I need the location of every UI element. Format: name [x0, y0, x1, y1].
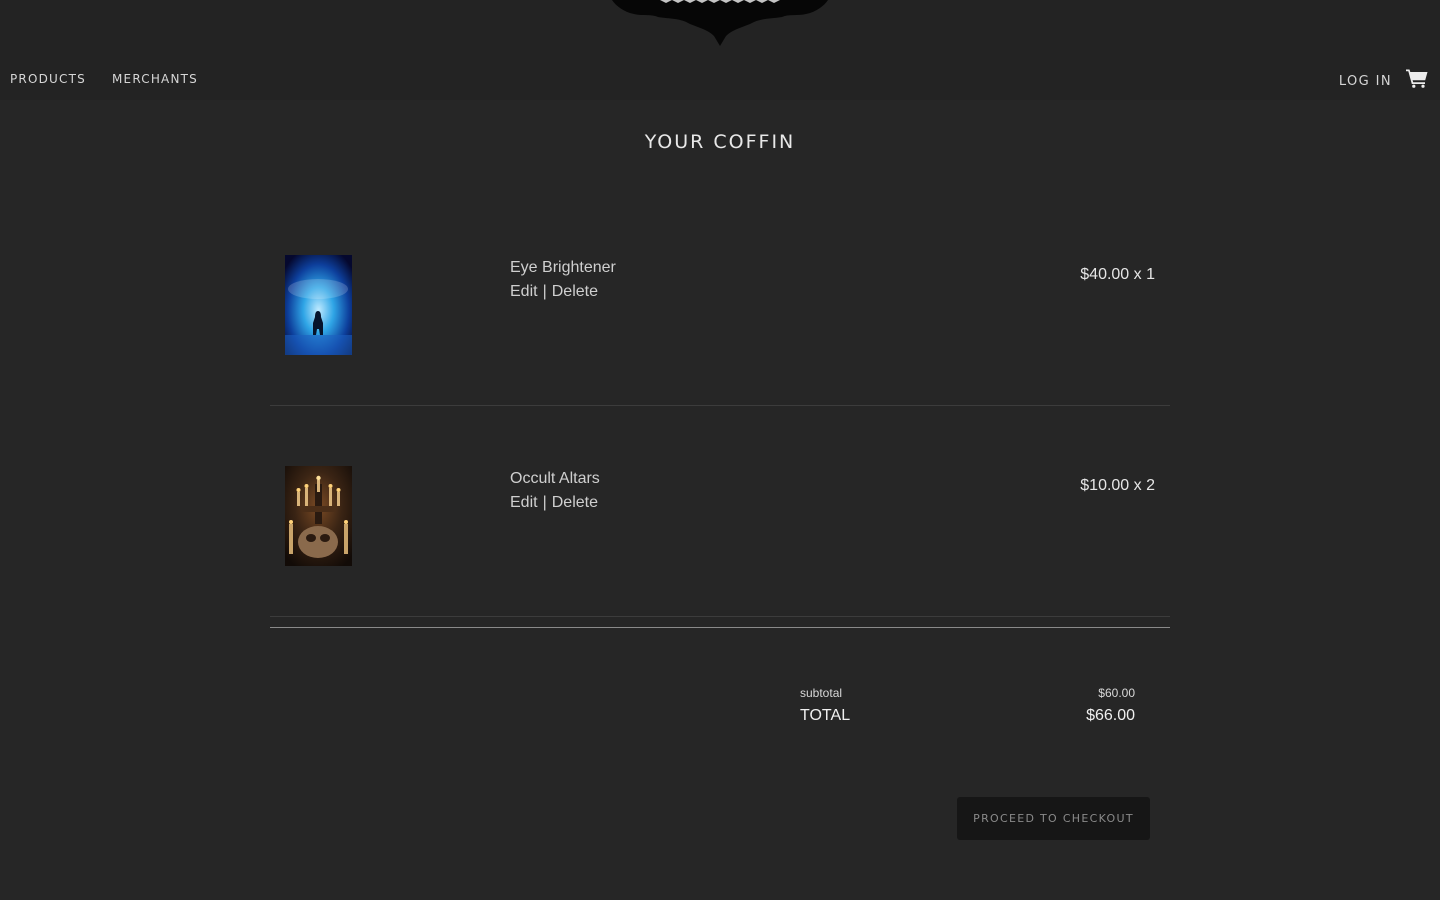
- edit-link[interactable]: Edit: [510, 494, 538, 511]
- totals-divider: [270, 627, 1170, 628]
- item-price-quantity: $10.00 x 2: [1080, 477, 1155, 494]
- account-nav: LOG IN: [1339, 66, 1428, 89]
- main-nav: PRODUCTS MERCHANTS: [10, 72, 198, 86]
- total-label: TOTAL: [800, 707, 851, 724]
- action-separator: |: [542, 494, 547, 511]
- shopping-cart-icon[interactable]: [1406, 68, 1428, 88]
- total-value: $66.00: [1086, 707, 1135, 724]
- delete-link[interactable]: Delete: [552, 283, 598, 300]
- action-separator: |: [542, 283, 547, 300]
- total-row: TOTAL $66.00: [800, 706, 1135, 726]
- nav-merchants[interactable]: MERCHANTS: [112, 72, 198, 86]
- item-price-quantity: $40.00 x 1: [1080, 266, 1155, 283]
- cart-item: Eye Brightener Edit | Delete $40.00 x 1: [270, 195, 1170, 406]
- page-title: YOUR COFFIN: [644, 131, 796, 153]
- item-name[interactable]: Occult Altars: [510, 467, 600, 491]
- item-name[interactable]: Eye Brightener: [510, 256, 616, 280]
- blue-mist-figure-image[interactable]: [285, 255, 352, 355]
- order-totals: subtotal $60.00 TOTAL $66.00: [800, 685, 1135, 726]
- nav-products[interactable]: PRODUCTS: [10, 72, 86, 86]
- proceed-to-checkout-button[interactable]: PROCEED TO CHECKOUT: [957, 797, 1150, 840]
- subtotal-label: subtotal: [800, 686, 843, 700]
- item-actions: Edit | Delete: [510, 491, 600, 515]
- delete-link[interactable]: Delete: [552, 494, 598, 511]
- login-link[interactable]: LOG IN: [1339, 74, 1392, 89]
- subtotal-value: $60.00: [1098, 686, 1135, 700]
- cart-item: Occult Altars Edit | Delete $10.00 x 2: [270, 406, 1170, 617]
- item-info: Eye Brightener Edit | Delete: [510, 256, 616, 304]
- subtotal-row: subtotal $60.00: [800, 685, 1135, 701]
- bat-logo-icon[interactable]: [610, 0, 830, 48]
- candle-altar-image[interactable]: [285, 466, 352, 566]
- cart-list: Eye Brightener Edit|Delete $40.00 x 1: [270, 195, 1170, 840]
- item-actions: Edit | Delete: [510, 280, 616, 304]
- edit-link[interactable]: Edit: [510, 283, 538, 300]
- item-info: Occult Altars Edit | Delete: [510, 467, 600, 515]
- site-header: PRODUCTS MERCHANTS LOG IN: [0, 0, 1440, 100]
